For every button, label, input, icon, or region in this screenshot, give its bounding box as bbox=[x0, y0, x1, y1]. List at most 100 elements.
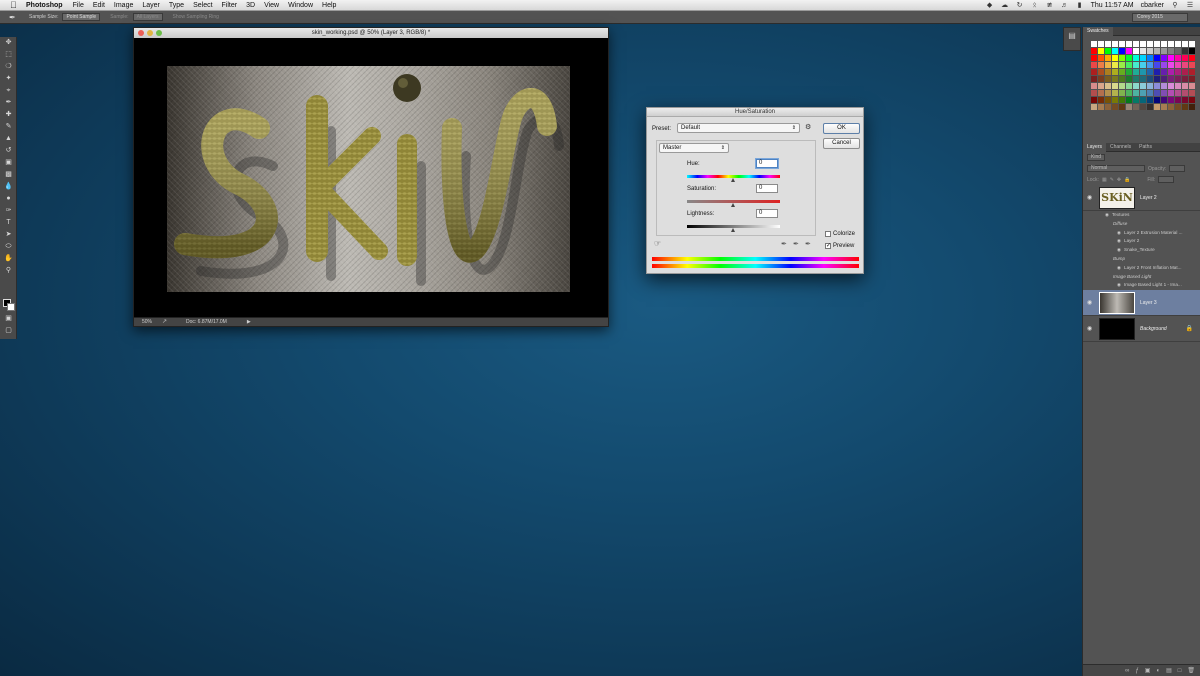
effect-row[interactable]: ◉ Textures bbox=[1083, 211, 1200, 220]
effect-row[interactable]: ◉ Layer 2 bbox=[1083, 237, 1200, 246]
swatch-color[interactable] bbox=[1182, 69, 1188, 75]
type-tool-icon[interactable]: T bbox=[0, 217, 17, 229]
visibility-eye-icon[interactable]: ◉ bbox=[1117, 247, 1121, 252]
colorize-checkbox[interactable]: Colorize bbox=[825, 231, 855, 237]
swatch-color[interactable] bbox=[1140, 55, 1146, 61]
preset-select[interactable]: Default ⇕ bbox=[677, 123, 800, 133]
swatch-color[interactable] bbox=[1154, 90, 1160, 96]
swatch-color[interactable] bbox=[1175, 83, 1181, 89]
swatch-color[interactable] bbox=[1182, 41, 1188, 47]
move-tool-icon[interactable]: ✥ bbox=[0, 37, 17, 49]
swatch-color[interactable] bbox=[1119, 76, 1125, 82]
swatch-color[interactable] bbox=[1168, 104, 1174, 110]
quick-selection-tool-icon[interactable]: ✦ bbox=[0, 73, 17, 85]
swatch-color[interactable] bbox=[1182, 83, 1188, 89]
swatch-color[interactable] bbox=[1161, 83, 1167, 89]
hand-tool-icon[interactable]: ✋ bbox=[0, 253, 17, 265]
swatch-color[interactable] bbox=[1161, 62, 1167, 68]
spotlight-search-icon[interactable]: ⚲ bbox=[1171, 2, 1179, 9]
opacity-input[interactable] bbox=[1169, 165, 1186, 172]
menu-view[interactable]: View bbox=[264, 2, 279, 9]
swatch-color[interactable] bbox=[1161, 97, 1167, 103]
swatch-color[interactable] bbox=[1105, 62, 1111, 68]
visibility-eye-icon[interactable]: ◉ bbox=[1117, 265, 1121, 270]
battery-icon[interactable]: ▮ bbox=[1076, 2, 1084, 9]
swatch-color[interactable] bbox=[1091, 83, 1097, 89]
swatch-color[interactable] bbox=[1175, 104, 1181, 110]
tab-layers[interactable]: Layers bbox=[1083, 142, 1107, 152]
swatch-color[interactable] bbox=[1161, 104, 1167, 110]
visibility-eye-icon[interactable]: ◉ bbox=[1105, 212, 1109, 217]
hue-slider-track[interactable] bbox=[687, 175, 780, 178]
swatch-color[interactable] bbox=[1119, 97, 1125, 103]
swatch-color[interactable] bbox=[1175, 62, 1181, 68]
swatch-color[interactable] bbox=[1147, 76, 1153, 82]
swatch-color[interactable] bbox=[1189, 55, 1195, 61]
swatch-color[interactable] bbox=[1112, 41, 1118, 47]
swatch-color[interactable] bbox=[1091, 55, 1097, 61]
swatch-color[interactable] bbox=[1098, 48, 1104, 54]
swatch-color[interactable] bbox=[1140, 90, 1146, 96]
ok-button[interactable]: OK bbox=[823, 123, 860, 134]
zoom-tool-icon[interactable]: ⚲ bbox=[0, 265, 17, 277]
bluetooth-icon[interactable]: ᛟ bbox=[1031, 2, 1039, 9]
effect-row[interactable]: Bump bbox=[1083, 255, 1200, 264]
sync-icon[interactable]: ↻ bbox=[1016, 2, 1024, 9]
swatch-color[interactable] bbox=[1147, 55, 1153, 61]
swatch-color[interactable] bbox=[1126, 62, 1132, 68]
menu-help[interactable]: Help bbox=[322, 2, 336, 9]
swatch-color[interactable] bbox=[1091, 104, 1097, 110]
swatch-color[interactable] bbox=[1168, 76, 1174, 82]
swatch-color[interactable] bbox=[1112, 48, 1118, 54]
layer-name[interactable]: Layer 3 bbox=[1140, 300, 1157, 306]
lock-position-icon[interactable]: ✥ bbox=[1117, 177, 1121, 183]
menu-edit[interactable]: Edit bbox=[93, 2, 105, 9]
effect-row[interactable]: Diffuse bbox=[1083, 220, 1200, 229]
tab-swatches[interactable]: Swatches bbox=[1083, 26, 1113, 36]
minimize-window-button[interactable] bbox=[147, 30, 153, 36]
swatch-color[interactable] bbox=[1098, 90, 1104, 96]
visibility-eye-icon[interactable]: ◉ bbox=[1117, 230, 1121, 235]
swatch-color[interactable] bbox=[1119, 104, 1125, 110]
swatch-color[interactable] bbox=[1105, 41, 1111, 47]
layer-name[interactable]: Background bbox=[1140, 326, 1167, 332]
kind-filter-select[interactable]: Kind bbox=[1087, 154, 1106, 161]
swatch-color[interactable] bbox=[1182, 48, 1188, 54]
swatch-color[interactable] bbox=[1189, 104, 1195, 110]
swatch-color[interactable] bbox=[1189, 41, 1195, 47]
swatch-color[interactable] bbox=[1140, 48, 1146, 54]
swatch-color[interactable] bbox=[1133, 55, 1139, 61]
visibility-eye-icon[interactable]: ◉ bbox=[1087, 325, 1097, 332]
preview-checkbox-box[interactable]: ✓ bbox=[825, 243, 831, 249]
swatch-color[interactable] bbox=[1119, 55, 1125, 61]
swatch-color[interactable] bbox=[1140, 41, 1146, 47]
swatch-color[interactable] bbox=[1175, 41, 1181, 47]
swatch-color[interactable] bbox=[1119, 48, 1125, 54]
apple-icon[interactable]:  bbox=[10, 0, 18, 10]
swatch-color[interactable] bbox=[1112, 69, 1118, 75]
zoom-level[interactable]: 50% bbox=[142, 319, 162, 325]
swatch-color[interactable] bbox=[1161, 41, 1167, 47]
crop-tool-icon[interactable]: ⌖ bbox=[0, 85, 17, 97]
swatch-color[interactable] bbox=[1161, 76, 1167, 82]
swatch-color[interactable] bbox=[1098, 83, 1104, 89]
artwork-image[interactable] bbox=[167, 66, 570, 292]
swatch-color[interactable] bbox=[1133, 76, 1139, 82]
eyedropper-tool-preset-icon[interactable]: ✒ bbox=[9, 13, 19, 22]
swatch-color[interactable] bbox=[1168, 48, 1174, 54]
menu-file[interactable]: File bbox=[73, 2, 84, 9]
swatch-color[interactable] bbox=[1105, 97, 1111, 103]
volume-icon[interactable]: ♬ bbox=[1061, 2, 1069, 9]
sample-select[interactable]: All Layers bbox=[132, 13, 163, 21]
layer-row-layer-3[interactable]: ◉ Layer 3 bbox=[1083, 290, 1200, 317]
swatch-color[interactable] bbox=[1147, 48, 1153, 54]
swatch-color[interactable] bbox=[1175, 55, 1181, 61]
swatch-color[interactable] bbox=[1098, 55, 1104, 61]
swatch-color[interactable] bbox=[1175, 69, 1181, 75]
menu-3d[interactable]: 3D bbox=[246, 2, 255, 9]
zoom-window-button[interactable] bbox=[156, 30, 162, 36]
shape-tool-icon[interactable]: ⬭ bbox=[0, 241, 17, 253]
swatch-color[interactable] bbox=[1112, 76, 1118, 82]
colorize-label[interactable]: Colorize bbox=[833, 231, 855, 237]
history-panel-icon[interactable]: ▤ bbox=[1064, 31, 1080, 47]
